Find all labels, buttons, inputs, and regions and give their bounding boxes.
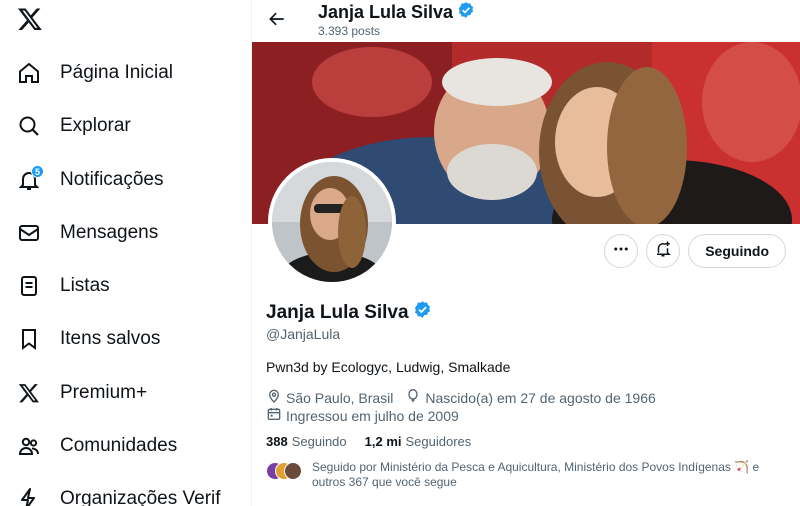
sidebar-item-label: Notificações: [60, 169, 164, 190]
bookmark-icon: [14, 324, 44, 354]
people-icon: [14, 431, 44, 461]
following-label: Seguindo: [291, 434, 347, 449]
following-count-link[interactable]: 388 Seguindo: [266, 434, 347, 449]
lightning-icon: [14, 484, 44, 506]
sidebar-item-label: Listas: [60, 275, 110, 296]
sidebar-item-verified-orgs[interactable]: Organizações Verif: [14, 479, 221, 506]
joined-text: Ingressou em julho de 2009: [286, 407, 459, 424]
profile-name-text: Janja Lula Silva: [266, 301, 409, 323]
profile-name: Janja Lula Silva: [266, 300, 432, 325]
sidebar-item-label: Comunidades: [60, 435, 178, 456]
birthdate-text: Nascido(a) em 27 de agosto de 1966: [425, 389, 656, 406]
location-text: São Paulo, Brasil: [286, 389, 394, 406]
more-dots-icon: [612, 240, 630, 263]
followers-count: 1,2 mi: [364, 434, 402, 449]
verified-badge-icon: [457, 1, 475, 24]
more-options-button[interactable]: [604, 234, 639, 268]
x-logo-icon[interactable]: [17, 6, 43, 32]
sidebar-item-label: Itens salvos: [60, 328, 161, 349]
followed-by-avatars: [266, 462, 304, 482]
follow-counts: 388 Seguindo 1,2 mi Seguidores: [266, 434, 489, 449]
bell-icon: 5: [14, 165, 44, 195]
location-item: São Paulo, Brasil: [266, 388, 393, 407]
sidebar-item-premium[interactable]: Premium+: [14, 373, 147, 413]
back-arrow-icon[interactable]: [264, 6, 290, 32]
followed-by-text: Seguido por Ministério da Pesca e Aquicu…: [312, 460, 760, 489]
profile-bio: Pwn3d by Ecologyc, Ludwig, Smalkade: [266, 359, 511, 375]
followed-by-row[interactable]: Seguido por Ministério da Pesca e Aquicu…: [266, 460, 786, 490]
profile-handle: @JanjaLula: [266, 326, 341, 342]
search-icon: [14, 111, 44, 141]
sidebar-item-lists[interactable]: Listas: [14, 266, 110, 306]
balloon-icon: [405, 388, 425, 407]
header-post-count: 3.393 posts: [318, 24, 381, 38]
sidebar: Página Inicial Explorar 5 Notificações M…: [0, 0, 251, 506]
profile-meta-row: São Paulo, Brasil Nascido(a) em 27 de ag…: [266, 388, 668, 407]
sidebar-item-explore[interactable]: Explorar: [14, 106, 131, 146]
sidebar-item-label: Página Inicial: [60, 62, 174, 83]
calendar-icon: [266, 406, 286, 425]
bell-plus-icon: [654, 240, 672, 263]
verified-badge-icon: [413, 300, 432, 325]
sidebar-item-label: Explorar: [60, 115, 131, 136]
followers-label: Seguidores: [405, 434, 472, 449]
avatar[interactable]: [268, 158, 396, 286]
list-icon: [14, 271, 44, 301]
profile-column: Janja Lula Silva 3.393 posts Seguindo Ja…: [251, 0, 800, 506]
location-pin-icon: [266, 388, 286, 407]
header-name-text: Janja Lula Silva: [318, 2, 454, 22]
notifications-subscribe-button[interactable]: [646, 234, 681, 268]
sidebar-item-label: Organizações Verif: [60, 488, 221, 506]
following-count: 388: [266, 434, 288, 449]
followers-count-link[interactable]: 1,2 mi Seguidores: [365, 434, 472, 449]
sidebar-item-home[interactable]: Página Inicial: [14, 53, 173, 93]
avatar: [284, 462, 302, 480]
sidebar-item-notifications[interactable]: 5 Notificações: [14, 160, 164, 200]
joined-item: Ingressou em julho de 2009: [266, 406, 459, 425]
profile-joined-row: Ingressou em julho de 2009: [266, 406, 471, 425]
birthdate-item: Nascido(a) em 27 de agosto de 1966: [405, 388, 656, 407]
x-logo-icon: [14, 378, 44, 408]
mail-icon: [14, 218, 44, 248]
home-icon: [14, 58, 44, 88]
sidebar-item-label: Premium+: [60, 382, 148, 403]
notification-badge: 5: [31, 165, 44, 178]
profile-actions: Seguindo: [604, 234, 786, 268]
header-profile-name: Janja Lula Silva: [318, 1, 475, 24]
sidebar-item-communities[interactable]: Comunidades: [14, 426, 177, 466]
following-button[interactable]: Seguindo: [688, 234, 786, 268]
profile-header-bar: Janja Lula Silva 3.393 posts: [252, 0, 800, 42]
sidebar-item-bookmarks[interactable]: Itens salvos: [14, 319, 160, 359]
sidebar-item-messages[interactable]: Mensagens: [14, 213, 158, 253]
sidebar-item-label: Mensagens: [60, 222, 159, 243]
